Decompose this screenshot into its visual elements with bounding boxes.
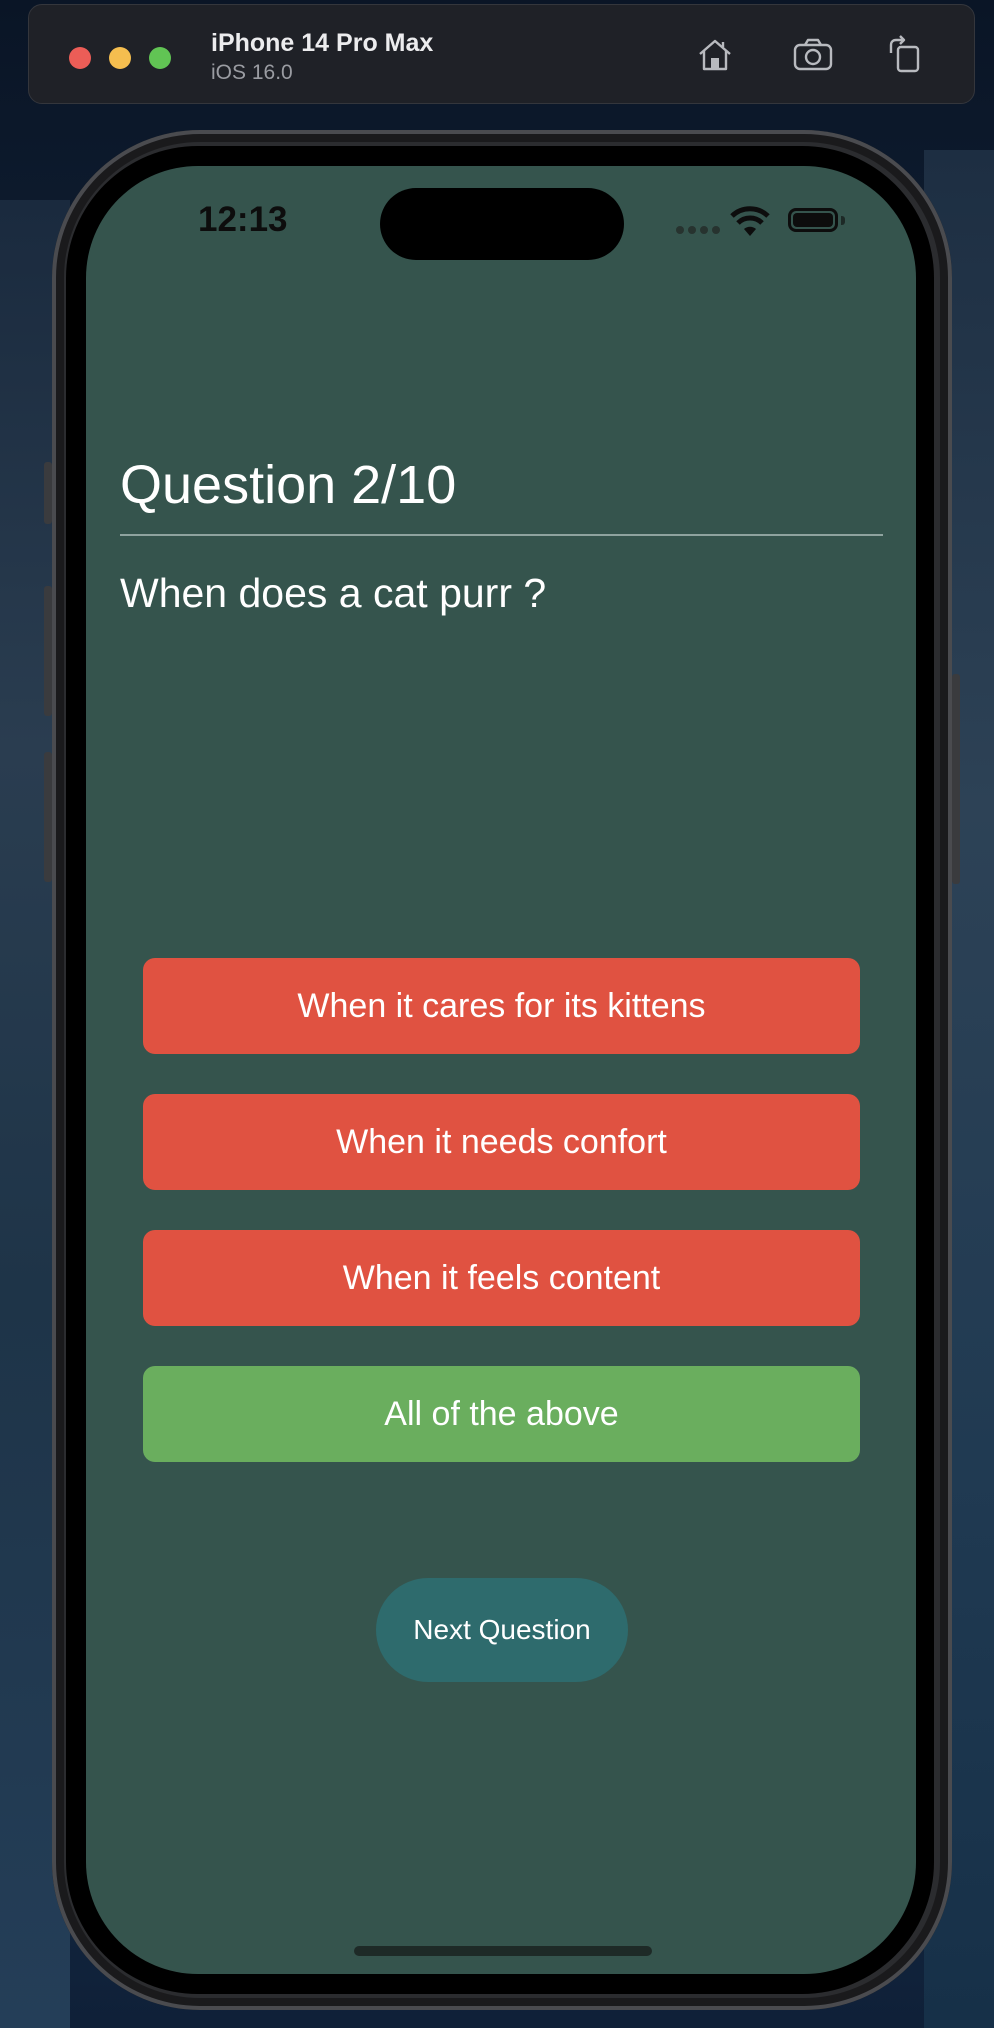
signal-icon xyxy=(676,226,720,236)
simulator-toolbar: iPhone 14 Pro Max iOS 16.0 xyxy=(28,4,975,104)
answer-label: When it cares for its kittens xyxy=(297,986,706,1025)
battery-icon xyxy=(788,208,838,232)
home-indicator[interactable] xyxy=(354,1946,652,1956)
device-os-version: iOS 16.0 xyxy=(211,61,293,84)
home-icon[interactable] xyxy=(693,33,737,77)
next-question-button[interactable]: Next Question xyxy=(376,1578,628,1682)
battery-cap xyxy=(841,216,845,225)
question-counter: Question 2/10 xyxy=(120,455,457,515)
volume-down-button xyxy=(44,752,52,882)
device-name: iPhone 14 Pro Max xyxy=(211,29,434,57)
answer-label: When it needs confort xyxy=(336,1122,667,1161)
screenshot-icon[interactable] xyxy=(791,33,835,77)
answer-label: When it feels content xyxy=(342,1258,661,1297)
volume-up-button xyxy=(44,586,52,716)
title-divider xyxy=(120,534,883,536)
close-window-button[interactable] xyxy=(69,47,91,69)
minimize-window-button[interactable] xyxy=(109,47,131,69)
answer-button-2[interactable]: When it needs confort xyxy=(143,1094,860,1190)
dynamic-island xyxy=(380,188,624,260)
answer-button-1[interactable]: When it cares for its kittens xyxy=(143,958,860,1054)
answer-button-3[interactable]: When it feels content xyxy=(143,1230,860,1326)
status-time: 12:13 xyxy=(198,200,288,239)
wifi-icon xyxy=(730,206,770,236)
next-question-label: Next Question xyxy=(413,1614,591,1645)
app-screen: 12:13 Question 2/10 When does a cat purr… xyxy=(86,166,916,1974)
answer-label: All of the above xyxy=(384,1394,619,1433)
question-text: When does a cat purr ? xyxy=(120,570,547,616)
power-button xyxy=(952,674,960,884)
silent-switch xyxy=(44,462,52,524)
rotate-icon[interactable] xyxy=(883,33,927,77)
answer-button-4[interactable]: All of the above xyxy=(143,1366,860,1462)
zoom-window-button[interactable] xyxy=(149,47,171,69)
